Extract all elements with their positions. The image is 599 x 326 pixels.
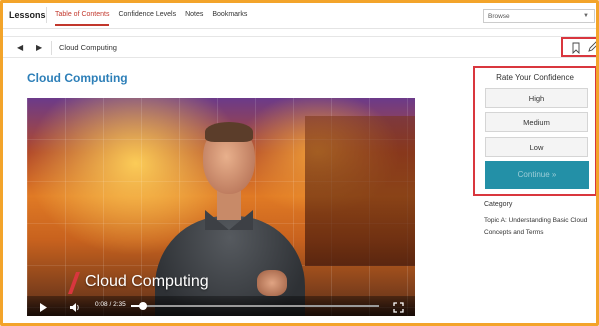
confidence-medium-button[interactable]: Medium — [485, 112, 588, 132]
video-lower-third: Cloud Computing — [27, 268, 415, 296]
video-controls: 0:08 / 2:35 — [27, 296, 415, 316]
browse-dropdown-value: Browse — [488, 13, 510, 20]
video-backdrop-panel — [305, 116, 415, 266]
tab-confidence-levels[interactable]: Confidence Levels — [118, 3, 176, 29]
category-label: Category — [484, 201, 513, 208]
browse-dropdown[interactable]: Browse ▼ — [483, 9, 595, 23]
rate-confidence-title: Rate Your Confidence — [496, 73, 574, 82]
confidence-low-button[interactable]: Low — [485, 137, 588, 157]
fullscreen-icon[interactable] — [393, 300, 404, 316]
category-topic: Topic A: Understanding Basic Cloud Conce… — [484, 217, 588, 236]
tab-bookmarks[interactable]: Bookmarks — [212, 3, 247, 29]
video-progress-handle[interactable] — [139, 302, 148, 310]
video-player[interactable]: Cloud Computing 0:08 / 2:35 — [27, 98, 415, 316]
video-overlay-title: Cloud Computing — [85, 273, 209, 290]
app-frame: Lessons Table of Contents Confidence Lev… — [0, 0, 599, 326]
nav-divider — [46, 7, 47, 23]
video-time-display: 0:08 / 2:35 — [95, 301, 126, 308]
pencil-icon[interactable] — [587, 40, 596, 58]
tab-table-of-contents[interactable]: Table of Contents — [55, 3, 110, 29]
breadcrumb: Cloud Computing — [59, 43, 117, 52]
volume-icon[interactable] — [69, 300, 81, 316]
page-title: Cloud Computing — [27, 71, 128, 85]
bookmark-icon[interactable] — [572, 41, 580, 59]
video-progress-bar[interactable] — [131, 302, 379, 310]
confidence-high-button[interactable]: High — [485, 88, 588, 108]
rate-confidence-panel: Rate Your Confidence High Medium Low Con… — [473, 66, 596, 196]
lower-third-accent — [67, 272, 81, 294]
breadcrumb-divider — [51, 41, 52, 55]
lesson-navigation-bar: ◀ ▶ Cloud Computing — [3, 36, 596, 58]
next-lesson-icon[interactable]: ▶ — [36, 43, 42, 52]
previous-lesson-icon[interactable]: ◀ — [17, 43, 23, 52]
presenter-hair — [205, 122, 253, 142]
tab-list: Table of Contents Confidence Levels Note… — [55, 3, 256, 29]
tab-notes[interactable]: Notes — [185, 3, 203, 29]
continue-button[interactable]: Continue » — [485, 161, 589, 189]
lesson-actions-highlight — [561, 37, 596, 59]
chevron-down-icon: ▼ — [583, 13, 589, 19]
top-nav: Lessons Table of Contents Confidence Lev… — [3, 3, 596, 29]
lessons-heading: Lessons — [9, 10, 46, 20]
play-icon[interactable] — [39, 300, 48, 316]
